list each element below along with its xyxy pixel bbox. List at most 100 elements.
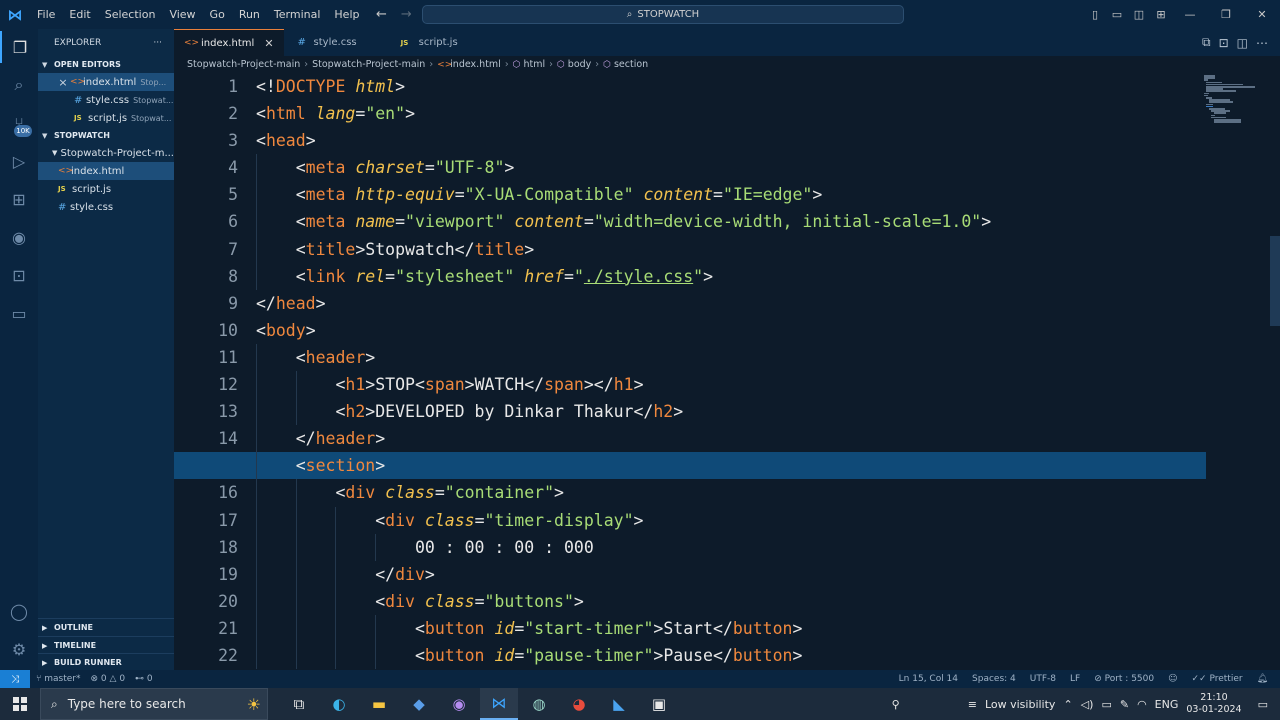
open-editors-section[interactable]: ▼ OPEN EDITORS xyxy=(38,56,174,73)
workspace-section[interactable]: ▼ STOPWATCH xyxy=(38,127,174,144)
toggle-secondary-sidebar-icon[interactable]: ◫ xyxy=(1128,8,1150,21)
volume-icon[interactable]: ◁) xyxy=(1081,698,1094,711)
minimap[interactable] xyxy=(1198,73,1268,153)
chrome-icon[interactable]: ◕ xyxy=(560,688,598,720)
task-view-icon[interactable]: ⧉ xyxy=(280,688,318,720)
code-line[interactable]: <meta charset="UTF-8"> xyxy=(256,154,1206,182)
outline-section[interactable]: ▶ OUTLINE xyxy=(38,618,174,636)
indentation[interactable]: Spaces: 4 xyxy=(972,674,1016,684)
breadcrumb-item[interactable]: index.html xyxy=(450,59,501,70)
code-line[interactable]: <title>Stopwatch</title> xyxy=(256,235,1206,263)
code-line[interactable]: <head> xyxy=(256,127,1206,154)
code-line[interactable]: <h1>STOP<span>WATCH</span></h1> xyxy=(256,371,1206,399)
maximize-icon[interactable]: ❐ xyxy=(1208,8,1244,21)
explorer-icon[interactable]: ❐ xyxy=(0,31,38,63)
timeline-section[interactable]: ▶ TIMELINE xyxy=(38,636,174,654)
flutter-icon[interactable]: ◣ xyxy=(600,688,638,720)
folder-stopwatch-project[interactable]: ▼ Stopwatch-Project-m... xyxy=(38,144,174,162)
prettier-status[interactable]: ✓✓ Prettier xyxy=(1192,674,1243,684)
menu-go[interactable]: Go xyxy=(203,0,232,29)
code-line[interactable]: <link rel="stylesheet" href="./style.css… xyxy=(256,262,1206,290)
code-line[interactable]: 00 : 00 : 00 : 000 xyxy=(256,533,1206,561)
file-style-css[interactable]: # style.css xyxy=(38,198,174,216)
remote-explorer-icon[interactable]: ⊡ xyxy=(0,259,38,291)
live-server-port[interactable]: ⊘ Port : 5500 xyxy=(1094,674,1154,684)
tab-script-js[interactable]: JS script.js xyxy=(391,29,492,56)
code-line[interactable]: <section> xyxy=(174,452,1206,480)
file-index-html[interactable]: <> index.html xyxy=(38,162,174,180)
taskbar-search[interactable]: ⌕ Type here to search ☀ xyxy=(40,688,268,720)
more-actions-icon[interactable]: ⋯ xyxy=(1256,36,1268,50)
open-editor-script-js[interactable]: JS script.js Stopwat... xyxy=(38,109,174,127)
breadcrumb-item[interactable]: Stopwatch-Project-main xyxy=(312,59,425,70)
encoding[interactable]: UTF-8 xyxy=(1030,674,1056,684)
menu-edit[interactable]: Edit xyxy=(62,0,97,29)
show-hidden-icons[interactable]: ⌃ xyxy=(1063,698,1072,711)
wifi-icon[interactable]: ◠ xyxy=(1137,698,1147,711)
code-line[interactable]: <meta name="viewport" content="width=dev… xyxy=(256,208,1206,236)
code-line[interactable]: <body> xyxy=(256,317,1206,344)
line-ending[interactable]: LF xyxy=(1070,674,1080,684)
close-window-icon[interactable]: ✕ xyxy=(1244,8,1280,21)
store-icon[interactable]: ◆ xyxy=(400,688,438,720)
account-icon[interactable]: ◯ xyxy=(0,595,38,627)
code-line[interactable]: <!DOCTYPE html> xyxy=(256,73,1206,100)
remote-indicator-icon[interactable]: ⤨ xyxy=(0,670,30,688)
open-changes-icon[interactable]: ⧉ xyxy=(1202,35,1211,50)
code-line[interactable]: <button id="start-timer">Start</button> xyxy=(256,614,1206,642)
chat-icon[interactable]: ▭ xyxy=(0,297,38,329)
back-arrow-icon[interactable]: ← xyxy=(376,7,387,22)
branch-indicator[interactable]: ⑂ master* xyxy=(36,674,81,684)
github-icon[interactable]: ◉ xyxy=(0,221,38,253)
preview-icon[interactable]: ⊡ xyxy=(1219,36,1229,50)
menu-selection[interactable]: Selection xyxy=(98,0,163,29)
code-line[interactable]: <h2>DEVELOPED by Dinkar Thakur</h2> xyxy=(256,398,1206,426)
run-debug-icon[interactable]: ▷ xyxy=(0,145,38,177)
code-line[interactable]: <html lang="en"> xyxy=(256,100,1206,127)
minimize-icon[interactable]: — xyxy=(1172,8,1208,21)
menu-help[interactable]: Help xyxy=(327,0,366,29)
scrollbar-track[interactable] xyxy=(1270,73,1280,670)
weather-status[interactable]: Low visibility xyxy=(985,698,1056,711)
code-line[interactable]: <div class="container"> xyxy=(256,479,1206,507)
network-icon[interactable]: ▭ xyxy=(1101,698,1111,711)
code-editor[interactable]: 12345678910111213141516171819202122 <!DO… xyxy=(174,73,1280,670)
code-line[interactable]: </header> xyxy=(256,425,1206,453)
command-center[interactable]: ⌕ STOPWATCH xyxy=(422,5,904,24)
close-icon[interactable]: ✕ xyxy=(264,37,273,50)
code-line[interactable]: </div> xyxy=(256,560,1206,588)
people-icon[interactable]: ⚲ xyxy=(892,698,900,711)
breadcrumb-item[interactable]: section xyxy=(614,59,648,70)
close-icon[interactable]: × xyxy=(56,76,70,89)
code-line[interactable]: <div class="buttons"> xyxy=(256,587,1206,615)
feedback-icon[interactable]: ☺ xyxy=(1168,674,1177,684)
explorer-more-icon[interactable]: ··· xyxy=(153,38,162,48)
pen-icon[interactable]: ✎ xyxy=(1120,698,1129,711)
toggle-panel-icon[interactable]: ▭ xyxy=(1106,8,1128,21)
scrollbar-thumb[interactable] xyxy=(1270,236,1280,326)
file-explorer-icon[interactable]: ▬ xyxy=(360,688,398,720)
vscode-taskbar-icon[interactable]: ⋈ xyxy=(480,688,518,720)
code-line[interactable]: <meta http-equiv="X-UA-Compatible" conte… xyxy=(256,181,1206,209)
search-icon[interactable]: ⌕ xyxy=(0,69,38,101)
start-button[interactable] xyxy=(0,688,40,720)
code-line[interactable]: <header> xyxy=(256,343,1206,372)
github-desktop-icon[interactable]: ◉ xyxy=(440,688,478,720)
notifications-icon[interactable]: 🔔︎ xyxy=(1257,674,1268,684)
tab-index-html[interactable]: <> index.html ✕ xyxy=(174,29,284,56)
ports-indicator[interactable]: ⊷ 0 xyxy=(135,674,153,684)
breadcrumb-item[interactable]: body xyxy=(568,59,592,70)
open-editor-index-html[interactable]: × <> index.html Stop... xyxy=(38,73,174,91)
code-area[interactable]: <!DOCTYPE html> <html lang="en"> <head> <m… xyxy=(174,73,1206,670)
open-editor-style-css[interactable]: # style.css Stopwat... xyxy=(38,91,174,109)
code-line[interactable]: <div class="timer-display"> xyxy=(256,506,1206,534)
breadcrumb-item[interactable]: Stopwatch-Project-main xyxy=(187,59,300,70)
split-editor-icon[interactable]: ◫ xyxy=(1237,36,1248,50)
toggle-sidebar-icon[interactable]: ▯ xyxy=(1084,8,1106,21)
cursor-position[interactable]: Ln 15, Col 14 xyxy=(899,674,958,684)
problems-indicator[interactable]: ⊗ 0 △ 0 xyxy=(91,674,126,684)
tab-style-css[interactable]: # style.css xyxy=(284,29,391,56)
clock[interactable]: 21:10 03-01-2024 xyxy=(1186,692,1241,716)
edge-icon[interactable]: ◐ xyxy=(320,688,358,720)
menu-file[interactable]: File xyxy=(30,0,62,29)
